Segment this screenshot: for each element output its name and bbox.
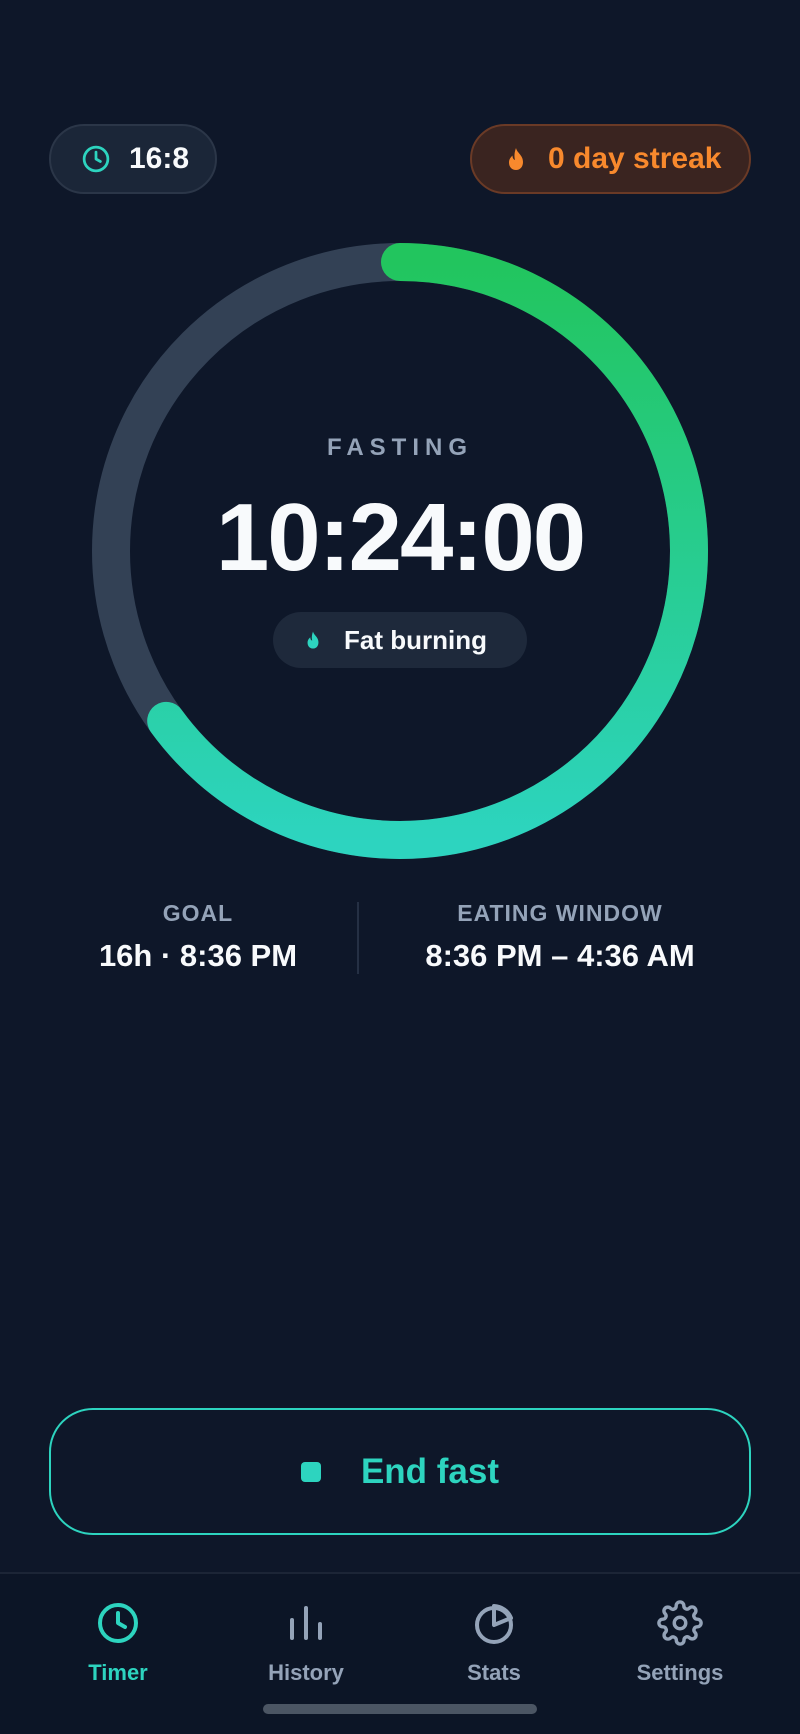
eating-window-info: EATING WINDOW 8:36 PM – 4:36 AM xyxy=(380,900,740,974)
eating-window-label: EATING WINDOW xyxy=(457,900,663,926)
nav-item-stats[interactable]: Stats xyxy=(414,1596,574,1686)
stop-icon xyxy=(300,1461,321,1482)
home-indicator xyxy=(263,1704,537,1714)
nav-label-timer: Timer xyxy=(88,1660,148,1685)
goal-label: GOAL xyxy=(162,900,234,926)
goal-value: 16h · 8:36 PM xyxy=(98,938,298,973)
fasting-phase-label: Fat burning xyxy=(344,624,487,655)
nav-item-history[interactable]: History xyxy=(226,1596,386,1686)
nav-item-timer[interactable]: Timer xyxy=(38,1596,198,1686)
nav-label-history: History xyxy=(268,1660,344,1685)
flame-icon xyxy=(307,631,319,649)
nav-label-stats: Stats xyxy=(467,1660,521,1685)
clock-icon xyxy=(98,1603,138,1643)
fasting-status-label: FASTING xyxy=(326,434,473,461)
end-fast-button[interactable]: End fast xyxy=(49,1408,751,1535)
end-fast-label: End fast xyxy=(360,1451,500,1491)
nav-label-settings: Settings xyxy=(636,1660,724,1685)
pie-chart-icon xyxy=(475,1604,513,1644)
fasting-phase-chip: Fat burning xyxy=(273,612,527,668)
goal-info: GOAL 16h · 8:36 PM xyxy=(48,900,348,974)
bar-chart-icon xyxy=(290,1606,322,1640)
elapsed-timer: 10:24:00 xyxy=(215,484,586,591)
eating-window-value: 8:36 PM – 4:36 AM xyxy=(425,938,695,973)
info-divider xyxy=(357,902,359,974)
nav-item-settings[interactable]: Settings xyxy=(600,1596,760,1686)
gear-icon xyxy=(657,1600,703,1646)
